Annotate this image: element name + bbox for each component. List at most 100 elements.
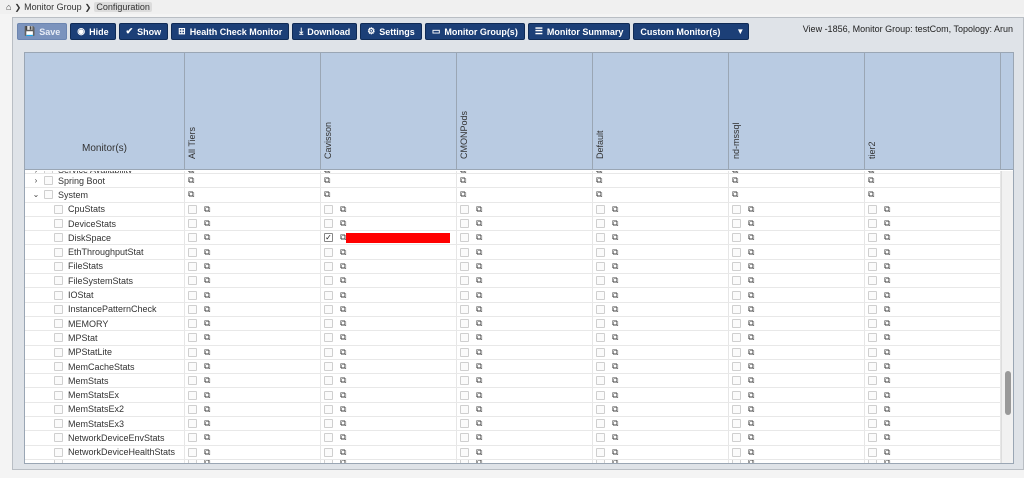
external-link-icon[interactable]: ⧉: [884, 347, 890, 357]
tier-checkbox[interactable]: [732, 276, 741, 286]
row-checkbox[interactable]: [44, 176, 53, 186]
tier-checkbox[interactable]: [188, 304, 197, 314]
row-checkbox[interactable]: [54, 347, 63, 357]
row-checkbox[interactable]: [54, 204, 63, 214]
external-link-icon[interactable]: ⧉: [884, 333, 890, 342]
external-link-icon[interactable]: ⧉: [612, 290, 618, 300]
tier-checkbox[interactable]: [188, 219, 197, 229]
tier-checkbox[interactable]: [868, 447, 877, 457]
tier-checkbox[interactable]: [188, 261, 197, 271]
tier-checkbox[interactable]: [460, 333, 469, 343]
tier-checkbox[interactable]: [868, 376, 877, 386]
tier-checkbox[interactable]: [868, 276, 877, 286]
health-check-monitor-button[interactable]: ⊞ Health Check Monitor: [171, 23, 290, 40]
row-checkbox[interactable]: [54, 459, 63, 463]
tier-checkbox[interactable]: [188, 433, 197, 443]
tier-checkbox[interactable]: [188, 333, 197, 343]
external-link-icon[interactable]: ⧉: [204, 290, 210, 300]
tier-checkbox[interactable]: [460, 276, 469, 286]
external-link-icon[interactable]: ⧉: [476, 290, 482, 300]
external-link-icon[interactable]: ⧉: [476, 319, 482, 328]
external-link-icon[interactable]: ⧉: [340, 247, 346, 257]
external-link-icon[interactable]: ⧉: [612, 247, 618, 257]
tier-checkbox[interactable]: [324, 433, 333, 443]
tier-checkbox[interactable]: [868, 247, 877, 257]
tier-checkbox[interactable]: [324, 404, 333, 414]
tier-checkbox[interactable]: [868, 362, 877, 371]
tier-checkbox[interactable]: [460, 362, 469, 371]
external-link-icon[interactable]: ⧉: [204, 433, 210, 442]
external-link-icon[interactable]: ⧉: [476, 447, 482, 457]
scrollbar-thumb[interactable]: [1005, 371, 1011, 415]
tier-checkbox[interactable]: [324, 247, 333, 257]
tier-checkbox[interactable]: [596, 347, 605, 357]
external-link-icon[interactable]: ⧉: [476, 247, 482, 257]
external-link-icon[interactable]: ⧉: [204, 460, 210, 463]
external-link-icon[interactable]: ⧉: [476, 233, 482, 242]
external-link-icon[interactable]: ⧉: [340, 362, 346, 371]
external-link-icon[interactable]: ⧉: [340, 219, 346, 228]
row-checkbox[interactable]: [44, 171, 53, 173]
tier-checkbox[interactable]: [732, 447, 741, 457]
external-link-icon[interactable]: ⧉: [884, 433, 890, 442]
tier-checkbox[interactable]: [732, 304, 741, 314]
external-link-icon[interactable]: ⧉: [476, 304, 482, 314]
tier-checkbox[interactable]: [868, 459, 877, 463]
external-link-icon[interactable]: ⧉: [204, 247, 210, 257]
tier-checkbox[interactable]: [460, 347, 469, 357]
tier-checkbox[interactable]: [324, 219, 333, 229]
external-link-icon[interactable]: ⧉: [884, 290, 890, 300]
tier-checkbox[interactable]: [188, 404, 197, 414]
external-link-icon[interactable]: ⧉: [476, 433, 482, 442]
external-link-icon[interactable]: ⧉: [884, 319, 890, 328]
external-link-icon[interactable]: ⧉: [476, 347, 482, 357]
tier-checkbox[interactable]: [868, 233, 877, 243]
tier-checkbox[interactable]: [868, 404, 877, 414]
row-checkbox[interactable]: [54, 233, 63, 243]
external-link-icon[interactable]: ⧉: [884, 219, 890, 228]
external-link-icon[interactable]: ⧉: [476, 376, 482, 385]
tier-checkbox[interactable]: [596, 219, 605, 229]
external-link-icon[interactable]: ⧉: [188, 190, 194, 199]
external-link-icon[interactable]: ⧉: [612, 319, 618, 328]
external-link-icon[interactable]: ⧉: [476, 390, 482, 400]
custom-monitors-dropdown[interactable]: Custom Monitor(s) ▼: [633, 23, 750, 40]
external-link-icon[interactable]: ⧉: [612, 333, 618, 342]
external-link-icon[interactable]: ⧉: [612, 276, 618, 285]
tier-checkbox[interactable]: [596, 376, 605, 386]
row-checkbox[interactable]: [54, 390, 63, 400]
external-link-icon[interactable]: ⧉: [476, 204, 482, 214]
external-link-icon[interactable]: ⧉: [748, 233, 754, 242]
tier-checkbox[interactable]: [732, 319, 741, 329]
row-checkbox[interactable]: [54, 247, 63, 257]
external-link-icon[interactable]: ⧉: [748, 376, 754, 385]
external-link-icon[interactable]: ⧉: [884, 390, 890, 400]
row-checkbox[interactable]: [54, 304, 63, 314]
external-link-icon[interactable]: ⧉: [868, 176, 874, 185]
external-link-icon[interactable]: ⧉: [748, 333, 754, 342]
tier-checkbox[interactable]: [868, 290, 877, 300]
external-link-icon[interactable]: ⧉: [748, 433, 754, 442]
tier-checkbox[interactable]: [460, 419, 469, 429]
tier-checkbox[interactable]: [188, 347, 197, 357]
column-header[interactable]: tier2: [865, 53, 1001, 169]
tier-checkbox[interactable]: [868, 261, 877, 271]
external-link-icon[interactable]: ⧉: [340, 376, 346, 385]
hide-button[interactable]: ◉ Hide: [70, 23, 116, 40]
chevron-right-icon[interactable]: ›: [31, 171, 41, 173]
external-link-icon[interactable]: ⧉: [204, 261, 210, 271]
external-link-icon[interactable]: ⧉: [868, 190, 874, 199]
external-link-icon[interactable]: ⧉: [340, 204, 346, 214]
external-link-icon[interactable]: ⧉: [476, 404, 482, 414]
show-button[interactable]: ✔ Show: [118, 23, 169, 40]
tier-checkbox[interactable]: [324, 276, 333, 286]
external-link-icon[interactable]: ⧉: [188, 176, 194, 185]
tier-checkbox[interactable]: [868, 319, 877, 329]
settings-button[interactable]: ⚙ Settings: [360, 23, 422, 40]
external-link-icon[interactable]: ⧉: [732, 190, 738, 199]
tier-checkbox[interactable]: [868, 333, 877, 343]
tier-checkbox[interactable]: ✓: [324, 233, 333, 243]
external-link-icon[interactable]: ⧉: [204, 376, 210, 385]
external-link-icon[interactable]: ⧉: [884, 419, 890, 428]
external-link-icon[interactable]: ⧉: [884, 204, 890, 214]
